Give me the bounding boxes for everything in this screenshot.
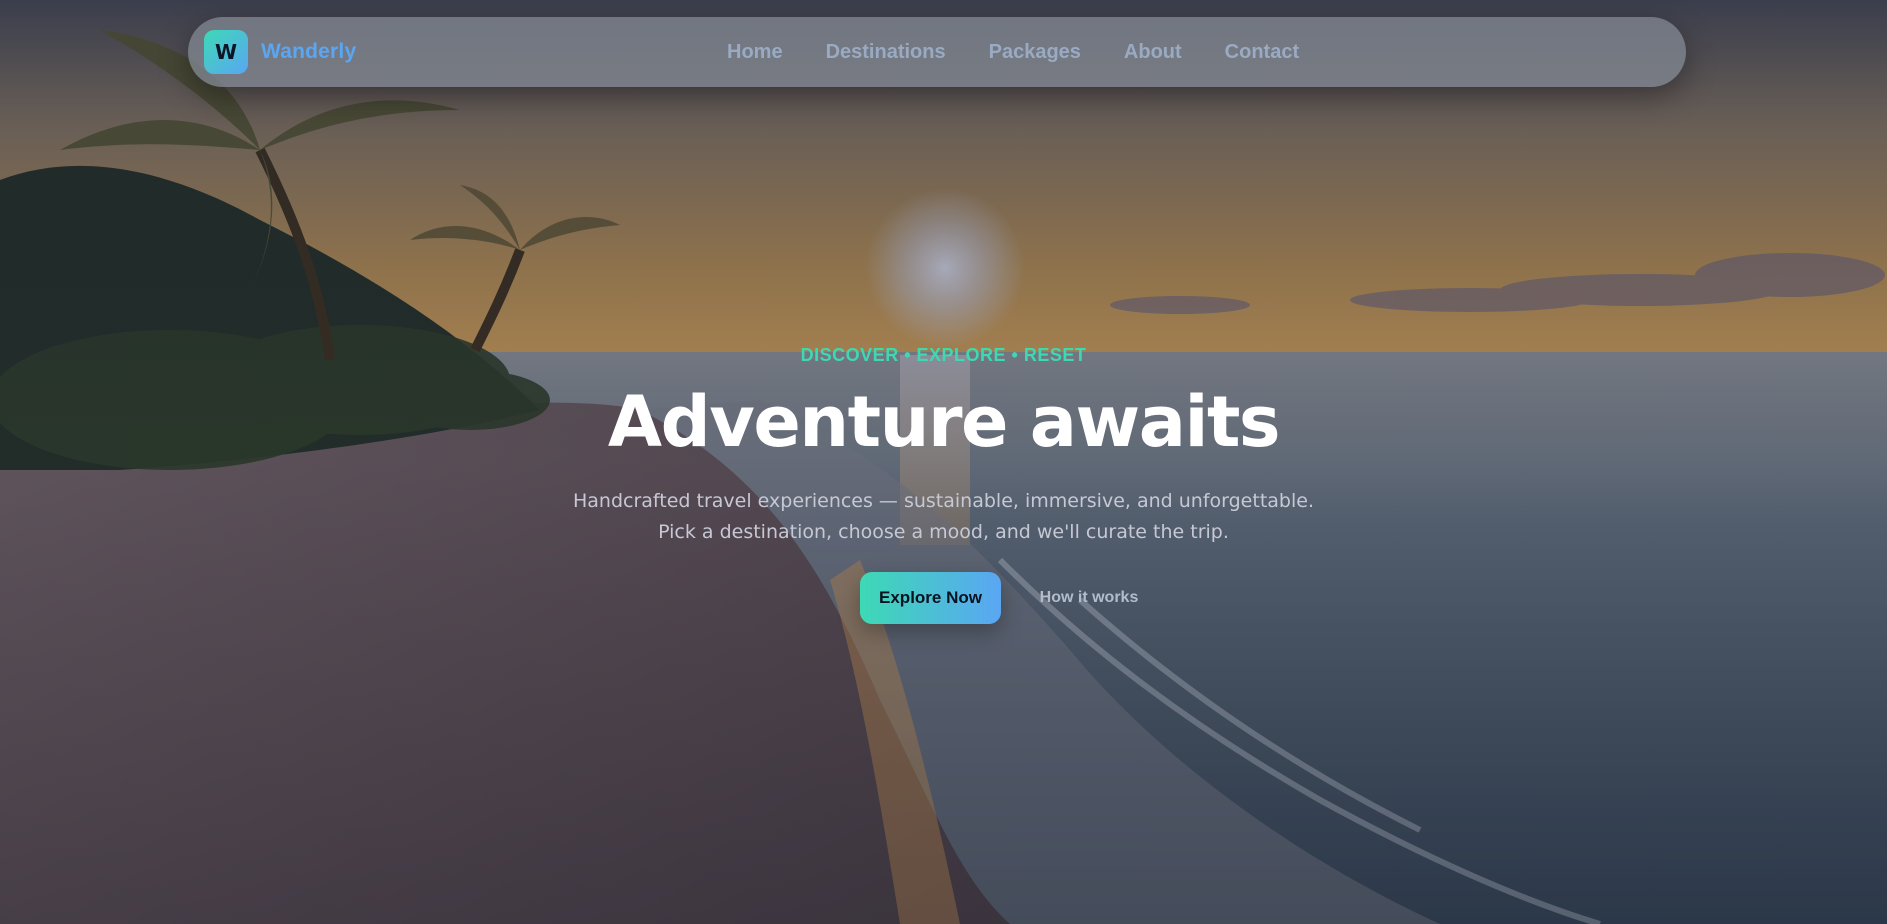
hero-headline: Adventure awaits bbox=[607, 381, 1281, 463]
brand-name: Wanderly bbox=[261, 40, 357, 63]
nav-destinations-link[interactable]: Destinations bbox=[826, 41, 946, 64]
hero-actions: Explore Now How it works bbox=[0, 572, 1887, 624]
logo-badge: W bbox=[204, 30, 248, 74]
top-navigation-bar: W Wanderly Home Destinations Packages Ab… bbox=[188, 17, 1686, 87]
main-nav: Home Destinations Packages About Contact bbox=[727, 17, 1342, 87]
brand-home-link[interactable]: W Wanderly bbox=[204, 30, 356, 74]
nav-contact-link[interactable]: Contact bbox=[1225, 41, 1299, 64]
explore-now-button[interactable]: Explore Now bbox=[860, 572, 1001, 624]
hero-subcopy: Handcrafted travel experiences — sustain… bbox=[573, 490, 1314, 543]
hero-eyebrow: DISCOVER • EXPLORE • RESET bbox=[800, 345, 1087, 365]
nav-home-link[interactable]: Home bbox=[727, 41, 783, 64]
hero-content: DISCOVER • EXPLORE • RESET Adventure awa… bbox=[0, 340, 1887, 624]
how-it-works-button[interactable]: How it works bbox=[1029, 572, 1149, 624]
hero-section: W Wanderly Home Destinations Packages Ab… bbox=[0, 0, 1887, 924]
nav-about-link[interactable]: About bbox=[1124, 41, 1182, 64]
nav-packages-link[interactable]: Packages bbox=[989, 41, 1081, 64]
